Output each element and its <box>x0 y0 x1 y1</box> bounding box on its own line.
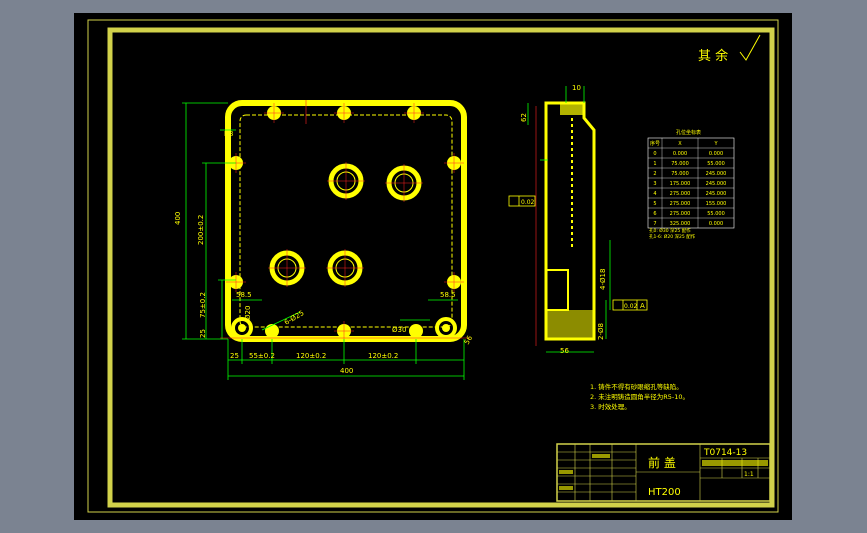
dim-height-200: 200±0.2 <box>197 215 205 245</box>
dim-offset-25-v: 25 <box>199 329 207 338</box>
cad-drawing-viewport: 其 余 400 200±0.2 75±0.2 25 400 25 55±0.2 … <box>74 13 792 520</box>
coord-table-header: 序号 <box>650 140 660 147</box>
coord-table-cell: 155.000 <box>706 201 727 207</box>
coord-table-cell: 4 <box>653 191 656 197</box>
coord-note-b: 孔1-6: Ø20 深25 配作 <box>649 233 696 240</box>
dim-small-585: 58.5 <box>440 291 456 299</box>
datum-label: A <box>640 302 645 310</box>
perp-value: 0.02 <box>624 303 638 310</box>
coord-table-cell: 75.000 <box>671 161 689 167</box>
dim-pitch-55: 55±0.2 <box>249 352 275 360</box>
coord-table-cell: 5 <box>653 201 656 207</box>
dim-pitch-120-b: 120±0.2 <box>368 352 398 360</box>
coord-table-header: X <box>678 141 682 147</box>
coord-table-cell: 275.000 <box>670 211 691 217</box>
dim-thickness-56: 56 <box>560 347 569 355</box>
coord-table-cell: 245.000 <box>706 171 727 177</box>
coord-table-cell: 75.000 <box>671 171 689 177</box>
coord-table-cell: 2 <box>653 171 656 177</box>
dim-small-58: 58.5 <box>236 291 252 299</box>
coord-table-cell: 175.000 <box>670 181 691 187</box>
coord-table-cell: 6 <box>653 211 656 217</box>
bottom-bolt-hole <box>265 324 279 338</box>
title-block: 前 盖 HT200 T0714-13 1:1 <box>556 443 771 502</box>
dim-height-75: 75±0.2 <box>199 292 207 318</box>
drawing-number: T0714-13 <box>703 448 747 458</box>
coord-table-cell: 0 <box>653 151 656 157</box>
side-hatch-bottom <box>546 310 594 339</box>
coord-table-cell: 275.000 <box>670 191 691 197</box>
coord-table-cell: 55.000 <box>707 211 725 217</box>
coord-table-cell: 0.000 <box>709 221 723 227</box>
coord-table-cell: 55.000 <box>707 161 725 167</box>
dim-pitch-120-a: 120±0.2 <box>296 352 326 360</box>
coord-table-cell: 275.000 <box>670 201 691 207</box>
coord-table-cell: 7 <box>653 221 656 227</box>
dim-vert-b: 2-Ø8 <box>597 323 605 340</box>
coord-table-cell: 1 <box>653 161 656 167</box>
coord-table-title: 孔位坐标表 <box>676 129 701 136</box>
dim-corner-r: R8 <box>224 130 233 138</box>
part-name: 前 盖 <box>648 455 676 470</box>
dim-vert-a: 4-Ø18 <box>599 269 607 290</box>
dim-dia-20: Ø20 <box>244 306 252 320</box>
coord-table-cell: 0.000 <box>673 151 687 157</box>
coord-note-a: 孔0: Ø30 深25 配作 <box>649 227 691 234</box>
dim-offset-25-h: 25 <box>230 352 239 360</box>
note-1: 1. 铸件不得有砂眼缩孔等缺陷。 <box>590 382 683 391</box>
dim-h-62: 62 <box>520 113 528 122</box>
note-2: 2. 未注明铸造圆角半径为R5-10。 <box>590 392 689 401</box>
dim-overall-width: 400 <box>340 367 353 375</box>
material: HT200 <box>648 487 681 498</box>
coord-table-cell: 245.000 <box>706 191 727 197</box>
coord-table-cell: 3 <box>653 181 656 187</box>
corner-hole <box>238 324 246 332</box>
bottom-bolt-hole <box>409 324 423 338</box>
side-hatch-top <box>560 103 584 115</box>
coord-table-cell: 325.000 <box>670 221 691 227</box>
flatness-value: 0.02 <box>521 199 535 206</box>
dim-top-10: 10 <box>572 84 581 92</box>
note-3: 3. 时效处理。 <box>590 402 631 411</box>
dim-dia-30: Ø30 <box>392 326 406 334</box>
coord-table-cell: 245.000 <box>706 181 727 187</box>
corner-hole <box>442 324 450 332</box>
roughness-note: 其 余 <box>698 48 728 64</box>
coord-table-cell: 0.000 <box>709 151 723 157</box>
dim-overall-height: 400 <box>174 212 182 225</box>
scale: 1:1 <box>744 471 754 478</box>
